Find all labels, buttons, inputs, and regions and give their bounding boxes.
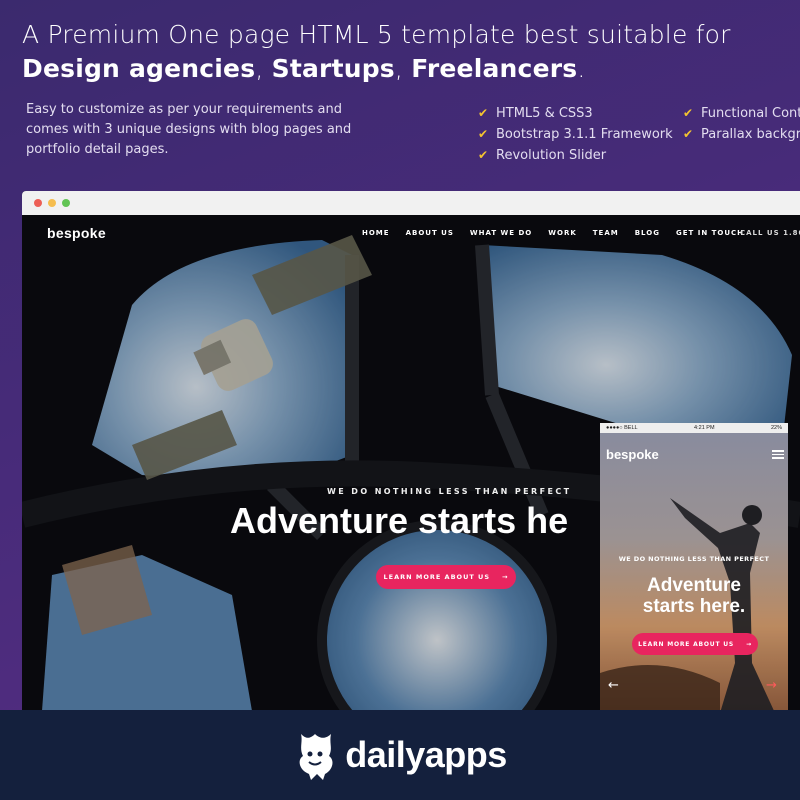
arrow-left-icon[interactable]: ←	[608, 678, 619, 693]
flame-mascot-icon	[299, 734, 333, 780]
nav-item-team[interactable]: TEAM	[593, 229, 619, 237]
check-icon: ✔	[478, 106, 489, 120]
audience-startups: Startups	[271, 54, 395, 83]
learn-more-label: LEARN MORE ABOUT US	[383, 573, 490, 581]
browser-toolbar	[22, 191, 800, 215]
nav-item-work[interactable]: WORK	[548, 229, 577, 237]
phone-learn-more-button[interactable]: LEARN MORE ABOUT US →	[632, 633, 758, 655]
nav-item-what-we-do[interactable]: WHAT WE DO	[470, 229, 532, 237]
site-nav: bespoke HOME ABOUT US WHAT WE DO WORK TE…	[22, 215, 800, 251]
phone-learn-more-label: LEARN MORE ABOUT US	[638, 640, 735, 648]
nav-item-about-us[interactable]: ABOUT US	[406, 229, 454, 237]
phone-mockup: ●●●●○ BELL 4:21 PM 22% bespoke WE DO NOT…	[600, 423, 788, 713]
person-silhouette-image	[600, 423, 788, 713]
feature-parallax: ✔ Parallax backgr	[683, 127, 800, 142]
site-logo[interactable]: bespoke	[47, 225, 106, 241]
feature-list: ✔ HTML5 & CSS3 ✔ Functional Cont ✔ Bootstra…	[478, 104, 800, 165]
nav-item-get-in-touch[interactable]: GET IN TOUCH	[676, 229, 744, 237]
audience-freelancers: Freelancers	[411, 54, 578, 83]
hero-tagline: WE DO NOTHING LESS THAN PERFECT	[327, 487, 572, 496]
check-icon: ✔	[478, 127, 489, 141]
hamburger-menu-icon[interactable]	[772, 450, 784, 459]
site-menu: HOME ABOUT US WHAT WE DO WORK TEAM BLOG …	[362, 229, 744, 237]
nav-item-home[interactable]: HOME	[362, 229, 390, 237]
phone-nav: bespoke	[606, 447, 784, 462]
minimize-dot-icon	[48, 199, 56, 207]
feature-html5-css3: ✔ HTML5 & CSS3	[478, 106, 593, 121]
footer-brand-bar: dailyapps	[0, 710, 800, 800]
dailyapps-logo-text: dailyapps	[345, 734, 507, 775]
nav-item-blog[interactable]: BLOG	[635, 229, 660, 237]
feature-bootstrap: ✔ Bootstrap 3.1.1 Framework	[478, 127, 673, 142]
check-icon: ✔	[478, 148, 489, 162]
headline: A Premium One page HTML 5 template best …	[22, 18, 792, 86]
learn-more-button[interactable]: LEARN MORE ABOUT US →	[376, 565, 516, 589]
maximize-dot-icon	[62, 199, 70, 207]
arrow-right-icon: →	[502, 573, 509, 581]
check-icon: ✔	[683, 106, 694, 120]
arrow-right-icon[interactable]: →	[766, 678, 777, 693]
description: Easy to customize as per your requiremen…	[26, 102, 352, 157]
hero-heading: Adventure starts he	[230, 500, 569, 541]
audience-design-agencies: Design agencies	[22, 54, 256, 83]
headline-line1: A Premium One page HTML 5 template best …	[22, 20, 731, 49]
phone-hero-heading: Adventure starts here.	[642, 575, 746, 617]
feature-revolution-slider: ✔ Revolution Slider	[478, 148, 607, 163]
phone-logo[interactable]: bespoke	[606, 447, 659, 462]
call-us-text: CALL US 1.800	[740, 229, 800, 237]
check-icon: ✔	[683, 127, 694, 141]
arrow-right-icon: →	[746, 640, 752, 648]
feature-functional-contact: ✔ Functional Cont	[683, 106, 800, 121]
phone-hero-tagline: WE DO NOTHING LESS THAN PERFECT	[618, 555, 770, 563]
close-dot-icon	[34, 199, 42, 207]
headline-audiences: Design agencies, Startups, Freelancers.	[22, 54, 586, 83]
